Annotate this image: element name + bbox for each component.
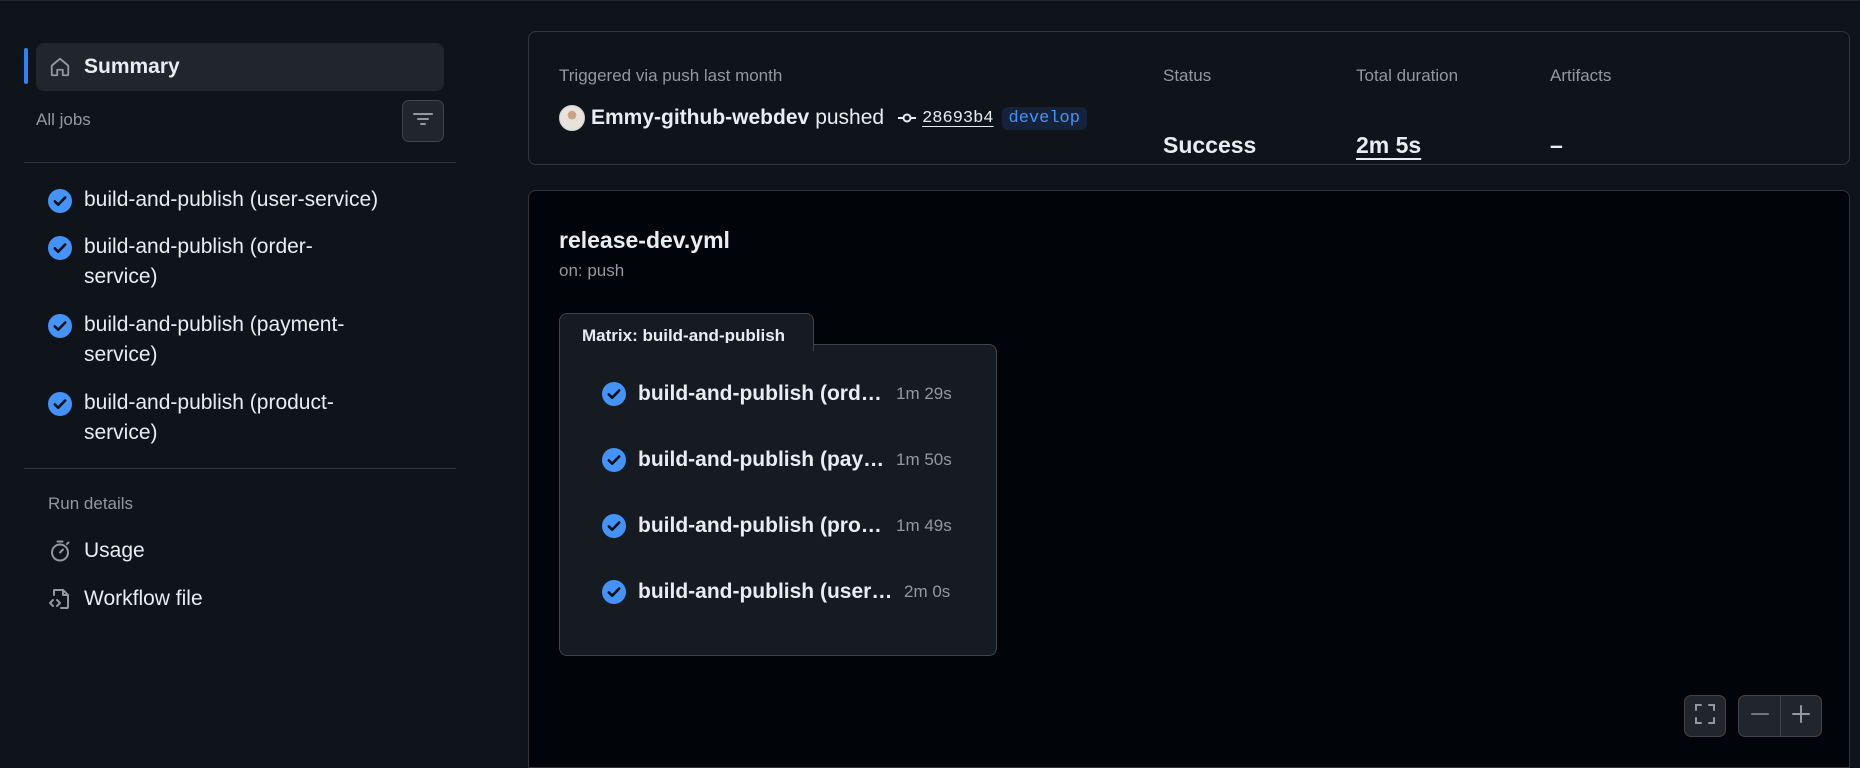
plus-icon	[1791, 704, 1811, 729]
run-details-heading: Run details	[48, 494, 134, 513]
filter-button[interactable]	[402, 100, 444, 142]
check-circle-icon	[48, 314, 72, 338]
sidebar-job-label: build-and-publish (payment-service)	[84, 313, 345, 366]
artifacts-value: –	[1550, 132, 1563, 158]
duration-label: Total duration	[1356, 66, 1459, 85]
matrix-job-item[interactable]: build-and-publish (product-service) 1m 4…	[602, 511, 982, 541]
matrix-job-duration: 1m 50s	[896, 450, 952, 469]
status-label: Status	[1163, 66, 1212, 85]
divider	[24, 468, 456, 469]
trigger-text: Triggered via push last month	[559, 66, 783, 85]
sidebar-job-label: build-and-publish (order-service)	[84, 235, 313, 288]
matrix-job-duration: 2m 0s	[904, 582, 951, 601]
check-circle-icon	[48, 236, 72, 260]
matrix-tab-join	[560, 343, 812, 346]
check-circle-icon	[602, 448, 626, 472]
matrix-job-duration: 1m 29s	[896, 384, 952, 403]
sidebar-job-label: build-and-publish (user-service)	[84, 188, 379, 211]
divider	[24, 162, 456, 163]
stopwatch-icon	[48, 539, 72, 563]
sidebar-item-label: Usage	[84, 539, 145, 562]
matrix-job-duration: 1m 49s	[896, 516, 952, 535]
check-circle-icon	[602, 514, 626, 538]
commit-sha-link[interactable]: 28693b4	[922, 109, 993, 128]
trigger-action: pushed	[815, 106, 885, 129]
matrix-job-name: build-and-publish (user-service)	[638, 580, 896, 603]
duration-value-link[interactable]: 2m 5s	[1356, 132, 1421, 159]
home-icon	[48, 55, 72, 79]
workflow-graph-card: release-dev.yml on: push Matrix: build-a…	[528, 190, 1850, 768]
matrix-job-group: build-and-publish (order-service) 1m 29s…	[559, 344, 997, 656]
matrix-job-name: build-and-publish (order-service)	[638, 382, 888, 405]
check-circle-icon	[602, 580, 626, 604]
sidebar-job-item[interactable]: build-and-publish (payment-service)	[48, 313, 408, 370]
sidebar-job-item[interactable]: build-and-publish (user-service)	[48, 188, 408, 215]
sidebar-item-label: Workflow file	[84, 587, 203, 610]
file-code-icon	[48, 587, 72, 611]
active-indicator	[24, 48, 28, 84]
branch-tag[interactable]: develop	[1001, 106, 1087, 130]
matrix-job-item[interactable]: build-and-publish (order-service) 1m 29s	[602, 379, 982, 409]
matrix-job-item[interactable]: build-and-publish (user-service) 2m 0s	[602, 577, 982, 607]
all-jobs-heading: All jobs	[36, 110, 91, 129]
filter-icon	[412, 111, 434, 132]
zoom-out-button[interactable]	[1738, 695, 1780, 737]
sidebar-job-item[interactable]: build-and-publish (order-service)	[48, 235, 408, 292]
sidebar: Summary All jobs build-and-publish (user…	[0, 0, 480, 768]
minus-icon	[1750, 704, 1770, 729]
matrix-job-item[interactable]: build-and-publish (payment-service) 1m 5…	[602, 445, 982, 475]
actor-name[interactable]: Emmy-github-webdev	[591, 106, 809, 130]
check-circle-icon	[48, 392, 72, 416]
zoom-in-button[interactable]	[1780, 695, 1822, 737]
sidebar-item-summary[interactable]: Summary	[36, 43, 444, 91]
run-summary-card: Triggered via push last month Emmy-githu…	[528, 31, 1850, 165]
status-value: Success	[1163, 132, 1257, 158]
fullscreen-icon	[1694, 703, 1716, 730]
trigger-line: Emmy-github-webdev pushed 28693b4 develo…	[559, 104, 1087, 132]
workflow-file-name: release-dev.yml	[559, 227, 730, 253]
sidebar-item-workflow-file[interactable]: Workflow file	[48, 587, 203, 611]
avatar[interactable]	[559, 105, 585, 131]
sidebar-item-label: Summary	[84, 55, 180, 78]
matrix-job-name: build-and-publish (product-service)	[638, 514, 888, 537]
fullscreen-button[interactable]	[1684, 695, 1726, 737]
matrix-job-name: build-and-publish (payment-service)	[638, 448, 888, 471]
sidebar-job-item[interactable]: build-and-publish (product-service)	[48, 391, 408, 448]
check-circle-icon	[602, 382, 626, 406]
artifacts-label: Artifacts	[1550, 66, 1612, 85]
git-commit-icon	[898, 109, 917, 127]
sidebar-job-label: build-and-publish (product-service)	[84, 391, 334, 444]
workflow-trigger: on: push	[559, 261, 625, 280]
check-circle-icon	[48, 189, 72, 213]
sidebar-item-usage[interactable]: Usage	[48, 539, 145, 563]
